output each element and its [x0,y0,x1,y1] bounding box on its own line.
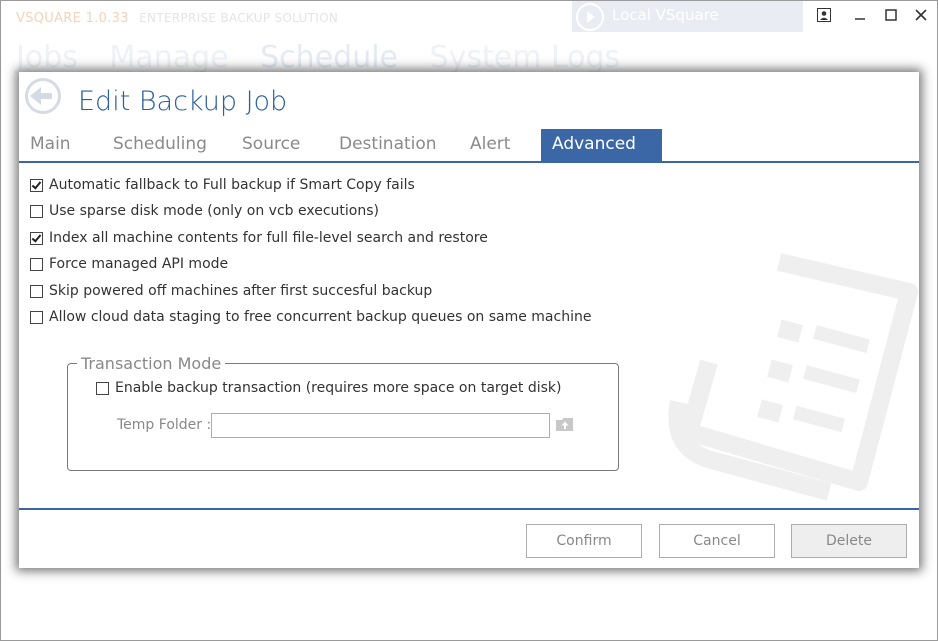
checkbox[interactable] [30,231,43,245]
temp-folder-input[interactable] [211,413,550,438]
option-label: Force managed API mode [49,256,229,272]
checkbox[interactable] [30,204,43,218]
option-label: Allow cloud data staging to free concurr… [49,309,592,325]
option-label: Use sparse disk mode (only on vcb execut… [49,203,379,219]
delete-button[interactable]: Delete [791,524,907,558]
option-label: Enable backup transaction (requires more… [115,380,562,396]
tab-main[interactable]: Main [30,129,71,161]
cancel-button[interactable]: Cancel [659,524,775,558]
user-icon[interactable] [814,6,834,24]
option-label: Index all machine contents for full file… [49,230,488,246]
back-arrow-icon[interactable] [25,78,61,114]
minimize-icon[interactable] [850,6,870,24]
group-legend: Transaction Mode [77,354,226,373]
option-label: Automatic fallback to Full backup if Sma… [49,177,415,193]
checkbox[interactable] [96,381,109,395]
option-label: Skip powered off machines after first su… [49,283,433,299]
option-index-contents[interactable]: Index all machine contents for full file… [30,229,488,247]
bg-tab: Manage [109,40,229,75]
document-list-icon [668,253,918,501]
bg-tab: Jobs [16,40,78,75]
checkbox[interactable] [30,178,43,192]
tab-scheduling[interactable]: Scheduling [113,129,207,161]
tab-alert[interactable]: Alert [470,129,510,161]
footer-divider [19,508,919,510]
option-cloud-staging[interactable]: Allow cloud data staging to free concurr… [30,308,591,326]
temp-folder-label: Temp Folder : [117,417,212,433]
bg-tab: Schedule [260,40,398,75]
checkbox[interactable] [30,310,43,324]
tab-advanced[interactable]: Advanced [541,129,662,161]
title-bar: VSQUARE 1.0.33 ENTERPRISE BACKUP SOLUTIO… [0,0,938,34]
confirm-button[interactable]: Confirm [526,524,642,558]
app-brand: VSQUARE 1.0.33 ENTERPRISE BACKUP SOLUTIO… [16,11,338,26]
maximize-icon[interactable] [881,6,901,24]
instance-label: Local VSquare [612,6,719,24]
play-circle-icon [576,3,604,31]
transaction-mode-group: Transaction Mode Enable backup transacti… [67,354,619,471]
option-sparse-disk[interactable]: Use sparse disk mode (only on vcb execut… [30,202,379,220]
bg-tab: System Logs [429,40,621,75]
folder-upload-icon[interactable] [556,417,574,432]
option-enable-transaction[interactable]: Enable backup transaction (requires more… [96,379,561,397]
option-smart-copy-fallback[interactable]: Automatic fallback to Full backup if Sma… [30,176,415,194]
checkbox[interactable] [30,284,43,298]
checkbox[interactable] [30,257,43,271]
tab-source[interactable]: Source [242,129,300,161]
tab-destination[interactable]: Destination [339,129,437,161]
option-skip-powered-off[interactable]: Skip powered off machines after first su… [30,282,432,300]
instance-selector[interactable]: Local VSquare [572,0,803,32]
close-icon[interactable] [911,6,931,24]
app-tagline: ENTERPRISE BACKUP SOLUTION [139,11,339,25]
app-name: VSQUARE 1.0.33 [16,11,129,26]
background-nav: Jobs Manage Schedule System Logs [16,40,642,75]
tab-bar: Main Scheduling Source Destination Alert… [19,129,919,163]
option-managed-api[interactable]: Force managed API mode [30,255,228,273]
dialog-title: Edit Backup Job [78,86,288,117]
edit-backup-job-dialog: Edit Backup Job Main Scheduling Source D… [19,72,919,568]
